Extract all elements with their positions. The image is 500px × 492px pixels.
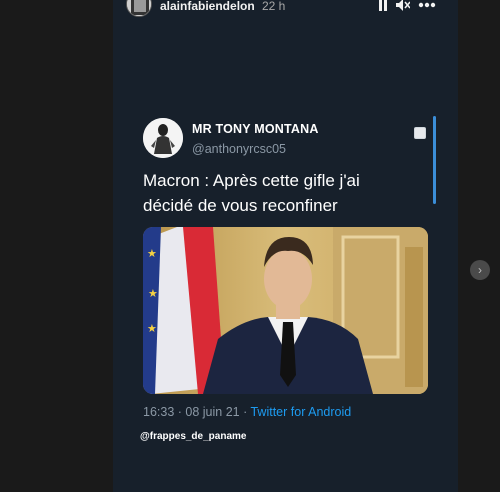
- pause-icon[interactable]: [378, 0, 388, 13]
- tweet-text: Macron : Après cette gifle j'ai décidé d…: [143, 171, 360, 215]
- story-frame[interactable]: alainfabiendelon 22 h MR TONY MONTANA @a…: [113, 0, 458, 492]
- tweet-source-link[interactable]: Twitter for Android: [250, 405, 351, 419]
- chevron-right-icon[interactable]: ›: [470, 260, 490, 280]
- copy-icon[interactable]: [414, 127, 426, 139]
- story-username[interactable]: alainfabiendelon: [160, 0, 255, 12]
- svg-text:★: ★: [147, 322, 157, 335]
- more-icon[interactable]: [418, 0, 436, 13]
- credit-mention[interactable]: @frappes_de_paname: [140, 431, 246, 442]
- story-header: alainfabiendelon 22 h: [113, 0, 458, 18]
- tweet-display-name[interactable]: MR TONY MONTANA: [192, 122, 319, 136]
- tweet-timestamp: 16:33 · 08 juin 21 ·: [143, 405, 251, 419]
- tweet-meta: 16:33 · 08 juin 21 · Twitter for Android: [143, 405, 351, 419]
- svg-text:★: ★: [148, 287, 158, 300]
- story-avatar[interactable]: [126, 0, 152, 17]
- story-time: 22 h: [262, 0, 286, 13]
- tweet-handle[interactable]: @anthonyrcsc05: [192, 142, 286, 156]
- mute-icon[interactable]: [396, 0, 411, 13]
- scrollbar[interactable]: [433, 116, 436, 204]
- tweet-card[interactable]: MR TONY MONTANA @anthonyrcsc05 Macron : …: [113, 100, 458, 440]
- story-viewer: alainfabiendelon 22 h MR TONY MONTANA @a…: [0, 0, 500, 492]
- tweet-avatar[interactable]: [143, 118, 183, 158]
- svg-text:★: ★: [147, 247, 157, 260]
- tweet-photo[interactable]: ★ ★ ★: [143, 227, 428, 394]
